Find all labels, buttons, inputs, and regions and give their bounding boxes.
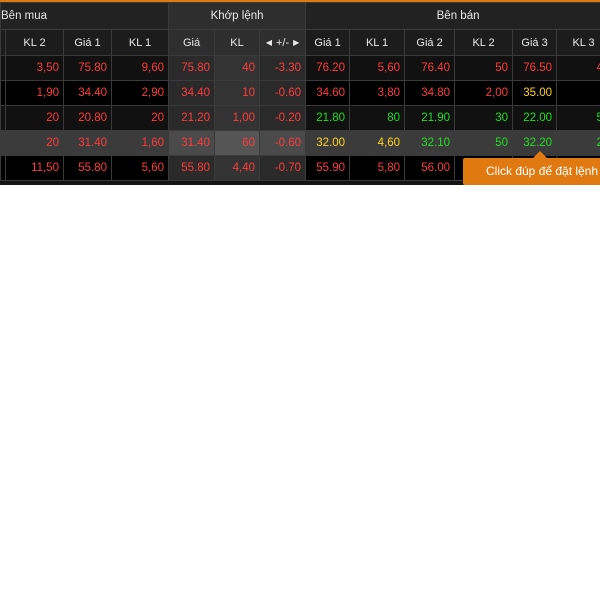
- cell[interactable]: 76.50: [512, 55, 558, 81]
- col-header-sell-kl1[interactable]: KL 1: [349, 29, 406, 56]
- col-header-sell-gia1[interactable]: Giá 1: [305, 29, 351, 56]
- arrow-right-icon[interactable]: ▶: [293, 38, 299, 47]
- cell[interactable]: 9,60: [110, 55, 170, 81]
- cell[interactable]: 20: [5, 105, 64, 131]
- arrow-left-icon[interactable]: ◀: [266, 38, 272, 47]
- cell[interactable]: 55.90: [305, 155, 351, 181]
- cell[interactable]: 32.10: [404, 130, 456, 156]
- cell[interactable]: 31.40: [63, 130, 112, 156]
- cell[interactable]: 76.40: [404, 55, 456, 81]
- col-header-buy-kl2[interactable]: KL 2: [5, 29, 64, 56]
- tooltip-arrow: [533, 151, 547, 158]
- group-header-sell: Bên bán: [305, 2, 600, 30]
- cell[interactable]: 21.20: [168, 105, 216, 131]
- cell[interactable]: 75.80: [63, 55, 112, 81]
- cell[interactable]: -0.60: [259, 80, 307, 106]
- cell[interactable]: 60: [214, 130, 261, 156]
- col-header-buy-kl1[interactable]: KL 1: [110, 29, 170, 56]
- price-table: Bên mua Khớp lệnh Bên bán KL 2 Giá 1 KL …: [0, 2, 600, 181]
- col-header-sell-kl2[interactable]: KL 2: [454, 29, 514, 56]
- cell[interactable]: 2,90: [110, 80, 170, 106]
- cell[interactable]: 5,: [556, 105, 600, 131]
- cell[interactable]: 3,50: [5, 55, 64, 81]
- cell[interactable]: 34.60: [305, 80, 351, 106]
- col-header-change-label: +/-: [275, 36, 290, 49]
- cell[interactable]: -3.30: [259, 55, 307, 81]
- table-row[interactable]: 1,90 34.40 2,90 34.40 10 -0.60 34.60 3,8…: [0, 80, 600, 106]
- cell[interactable]: 2,00: [454, 80, 514, 106]
- cell[interactable]: 56.00: [404, 155, 456, 181]
- cell[interactable]: 80: [349, 105, 406, 131]
- group-header-match: Khớp lệnh: [168, 2, 307, 30]
- cell[interactable]: 75.80: [168, 55, 216, 81]
- col-header-sell-gia3[interactable]: Giá 3: [512, 29, 558, 56]
- cell[interactable]: 20: [5, 130, 64, 156]
- cell[interactable]: 34.80: [404, 80, 456, 106]
- cell[interactable]: 2,: [556, 130, 600, 156]
- col-header-buy-gia1[interactable]: Giá 1: [63, 29, 112, 56]
- col-header-match-kl[interactable]: KL: [214, 29, 261, 56]
- cell[interactable]: 1,90: [5, 80, 64, 106]
- cell[interactable]: [556, 80, 600, 106]
- cell[interactable]: 1,00: [214, 105, 261, 131]
- cell[interactable]: 34.40: [63, 80, 112, 106]
- group-header-buy: Bên mua: [0, 2, 170, 30]
- cell[interactable]: 30: [454, 105, 514, 131]
- cell[interactable]: 34.40: [168, 80, 216, 106]
- cell[interactable]: 31.40: [168, 130, 216, 156]
- cell[interactable]: 50: [454, 55, 514, 81]
- cell[interactable]: 22.00: [512, 105, 558, 131]
- cell[interactable]: 10: [214, 80, 261, 106]
- cell[interactable]: 4,: [556, 55, 600, 81]
- cell[interactable]: 5,60: [349, 55, 406, 81]
- cell[interactable]: 55.80: [168, 155, 216, 181]
- cell[interactable]: 20.80: [63, 105, 112, 131]
- cell[interactable]: -0.20: [259, 105, 307, 131]
- cell[interactable]: 1,60: [110, 130, 170, 156]
- cell[interactable]: 4,40: [214, 155, 261, 181]
- cell[interactable]: 55.80: [63, 155, 112, 181]
- cell[interactable]: 21.80: [305, 105, 351, 131]
- cell[interactable]: 11,50: [5, 155, 64, 181]
- cell[interactable]: 20: [110, 105, 170, 131]
- cell[interactable]: 50: [454, 130, 514, 156]
- col-header-sell-kl3[interactable]: KL 3: [556, 29, 600, 56]
- col-header-match-gia[interactable]: Giá: [168, 29, 216, 56]
- cell[interactable]: 3,80: [349, 80, 406, 106]
- cell[interactable]: -0.70: [259, 155, 307, 181]
- table-row-selected[interactable]: 20 31.40 1,60 31.40 60 -0.60 32.00 4,60 …: [0, 130, 600, 156]
- table-row[interactable]: 20 20.80 20 21.20 1,00 -0.20 21.80 80 21…: [0, 105, 600, 131]
- col-header-match-change[interactable]: ◀ +/- ▶: [259, 29, 307, 56]
- table-row[interactable]: 3,50 75.80 9,60 75.80 40 -3.30 76.20 5,6…: [0, 55, 600, 81]
- cell[interactable]: 5,60: [110, 155, 170, 181]
- cell[interactable]: 40: [214, 55, 261, 81]
- cell[interactable]: 4,60: [349, 130, 406, 156]
- cell[interactable]: 21.90: [404, 105, 456, 131]
- cell[interactable]: 35.00: [512, 80, 558, 106]
- cell[interactable]: -0.60: [259, 130, 307, 156]
- cell[interactable]: 76.20: [305, 55, 351, 81]
- cell[interactable]: 32.00: [305, 130, 351, 156]
- order-tooltip: Click đúp để đặt lệnh: [463, 158, 600, 185]
- col-header-sell-gia2[interactable]: Giá 2: [404, 29, 456, 56]
- cell[interactable]: 5,80: [349, 155, 406, 181]
